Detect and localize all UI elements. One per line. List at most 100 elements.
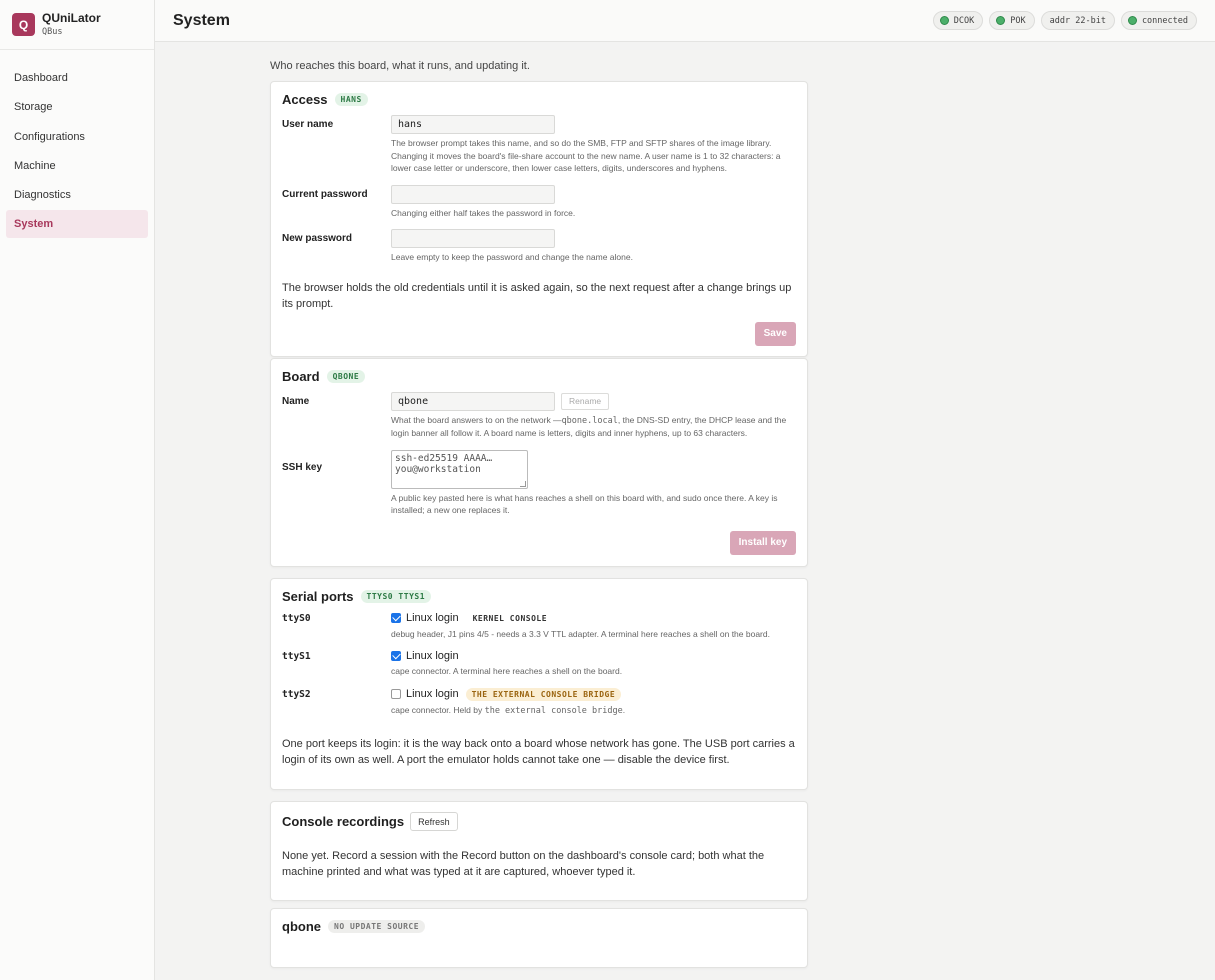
page-title: System — [173, 11, 230, 29]
serial-note: One port keeps its login: it is the way … — [282, 738, 795, 766]
textarea-placeholder: ssh-ed25519 AAAA… — [395, 452, 493, 464]
update-card-title: qbone NO UPDATE SOURCE — [282, 919, 796, 934]
login-checkbox[interactable] — [391, 689, 401, 699]
board-name-input[interactable]: qbone — [391, 391, 555, 411]
card-title-text: Access — [282, 92, 328, 107]
status-pill-label: addr 22-bit — [1049, 15, 1106, 26]
sidebar: Q QUniLator QBus Dashboard Storage Confi… — [0, 0, 155, 980]
app-logo: Q — [12, 13, 35, 36]
serial-port-name: ttyS1 — [282, 651, 311, 662]
status-pill-addr: addr 22-bit — [1040, 11, 1115, 30]
username-label: User name — [282, 119, 334, 130]
recordings-note: None yet. Record a session with the Reco… — [282, 850, 765, 878]
app-name: QUniLator — [42, 11, 101, 25]
update-source-tag: NO UPDATE SOURCE — [328, 920, 426, 933]
serial-port-row: ttyS0 Linux login KERNEL CONSOLE debug h… — [282, 612, 796, 641]
ssh-key-help: A public key pasted here is what hans re… — [391, 492, 778, 516]
help-text: cape connector. Held by — [391, 704, 483, 715]
serial-port-row: ttyS1 Linux login cape connector. A term… — [282, 650, 796, 678]
board-name-label: Name — [282, 395, 310, 407]
new-password-row: New password Leave empty to keep the pas… — [282, 229, 796, 264]
status-dot-icon — [1127, 16, 1137, 25]
ssh-key-label: SSH key — [282, 461, 323, 473]
sidebar-item-storage[interactable]: Storage — [6, 93, 148, 121]
status-pill-label: DCOK — [953, 15, 975, 26]
serial-active-tag: TTYS0 TTYS1 — [360, 589, 432, 603]
board-card: Board QBONE Name qbone Rename What the b… — [270, 357, 808, 567]
checkbox-label: Linux login — [406, 688, 459, 700]
console-recordings-card: Console recordings Refresh None yet. Rec… — [270, 801, 808, 901]
sidebar-item-machine[interactable]: Machine — [6, 152, 148, 180]
current-password-label: Current password — [282, 188, 368, 200]
app-subtitle: QBus — [42, 27, 63, 37]
serial-port-row: ttyS2 Linux login THE EXTERNAL CONSOLE B… — [282, 687, 796, 718]
login-checkbox[interactable] — [391, 613, 401, 623]
holder-code: the external console bridge — [484, 705, 623, 716]
status-dot-icon — [939, 16, 949, 25]
status-pill-dcok: DCOK — [932, 11, 984, 30]
current-password-input[interactable] — [391, 184, 555, 204]
save-button[interactable]: Save — [754, 321, 796, 346]
rename-button[interactable]: Rename — [561, 392, 610, 410]
checkbox-label: Linux login — [406, 650, 459, 662]
ssh-key-textarea[interactable]: ssh-ed25519 AAAA… you@workstation — [391, 449, 528, 489]
sidebar-item-dashboard[interactable]: Dashboard — [6, 64, 148, 92]
serial-port-help: cape connector. Held by the external con… — [391, 704, 796, 718]
kernel-console-badge: KERNEL CONSOLE — [472, 613, 548, 623]
new-password-input[interactable] — [391, 229, 555, 248]
serial-port-help: cape connector. A terminal here reaches … — [391, 666, 623, 676]
serial-ports-card: Serial ports TTYS0 TTYS1 ttyS0 Linux log… — [270, 577, 808, 790]
status-pill-label: POK — [1010, 15, 1026, 26]
sidebar-item-system[interactable]: System — [6, 210, 148, 239]
access-user-tag: HANS — [334, 93, 368, 106]
current-password-help: Changing either half takes the password … — [391, 207, 576, 218]
sidebar-item-label: System — [14, 218, 54, 231]
help-text: . — [622, 704, 626, 715]
sidebar-item-label: Dashboard — [14, 72, 68, 84]
serial-ports-card-title: Serial ports TTYS0 TTYS1 — [282, 589, 796, 604]
new-password-help: Leave empty to keep the password and cha… — [391, 252, 633, 262]
held-by-badge: THE EXTERNAL CONSOLE BRIDGE — [465, 687, 622, 701]
checkbox-label: Linux login — [406, 612, 459, 624]
card-title-text: qbone — [282, 919, 321, 934]
serial-port-name: ttyS2 — [282, 688, 311, 700]
status-dot-icon — [996, 16, 1006, 25]
username-row: User name hans The browser prompt takes … — [282, 115, 796, 175]
login-checkbox[interactable] — [391, 651, 401, 661]
sidebar-item-diagnostics[interactable]: Diagnostics — [6, 181, 148, 209]
card-title-text: Board — [282, 368, 320, 384]
ssh-key-row: SSH key ssh-ed25519 AAAA… you@workstatio… — [282, 449, 796, 517]
brand: Q QUniLator QBus — [0, 0, 154, 50]
board-name-tag: QBONE — [326, 369, 366, 383]
sidebar-item-label: Storage — [14, 101, 53, 114]
card-title-text: Console recordings — [282, 814, 405, 829]
current-password-row: Current password Changing either half ta… — [282, 184, 796, 220]
textarea-placeholder: you@workstation — [395, 464, 481, 475]
status-pill-label: connected — [1141, 15, 1188, 26]
status-pill-pok: POK — [989, 11, 1035, 30]
board-name-help: What the board answers to on the network… — [391, 414, 797, 440]
top-header: System DCOK POK addr 22-bit connected — [155, 0, 1215, 42]
access-card: Access HANS User name hans The browser p… — [270, 81, 808, 357]
resize-handle-icon[interactable] — [520, 480, 526, 487]
sidebar-nav: Dashboard Storage Configurations Machine… — [0, 50, 154, 239]
main-content: Who reaches this board, what it runs, an… — [270, 42, 808, 968]
hostname-code: qbone.local — [561, 415, 618, 426]
board-card-title: Board QBONE — [282, 369, 796, 384]
page-intro: Who reaches this board, what it runs, an… — [270, 60, 530, 72]
username-help: The browser prompt takes this name, and … — [391, 138, 781, 173]
serial-port-help: debug header, J1 pins 4/5 - needs a 3.3 … — [391, 628, 770, 639]
console-recordings-title: Console recordings Refresh — [282, 812, 796, 831]
install-key-button[interactable]: Install key — [729, 530, 796, 555]
sidebar-item-configurations[interactable]: Configurations — [6, 123, 148, 151]
sidebar-item-label: Diagnostics — [14, 189, 71, 202]
sidebar-item-label: Configurations — [14, 130, 85, 143]
access-card-title: Access HANS — [282, 92, 796, 107]
board-name-row: Name qbone Rename What the board answers… — [282, 391, 797, 440]
refresh-button[interactable]: Refresh — [410, 812, 458, 831]
access-note: The browser holds the old credentials un… — [282, 281, 792, 310]
status-pills: DCOK POK addr 22-bit connected — [932, 11, 1197, 30]
username-input[interactable]: hans — [391, 115, 555, 134]
card-title-text: Serial ports — [282, 588, 354, 604]
help-text: What the board answers to on the network… — [391, 414, 562, 425]
